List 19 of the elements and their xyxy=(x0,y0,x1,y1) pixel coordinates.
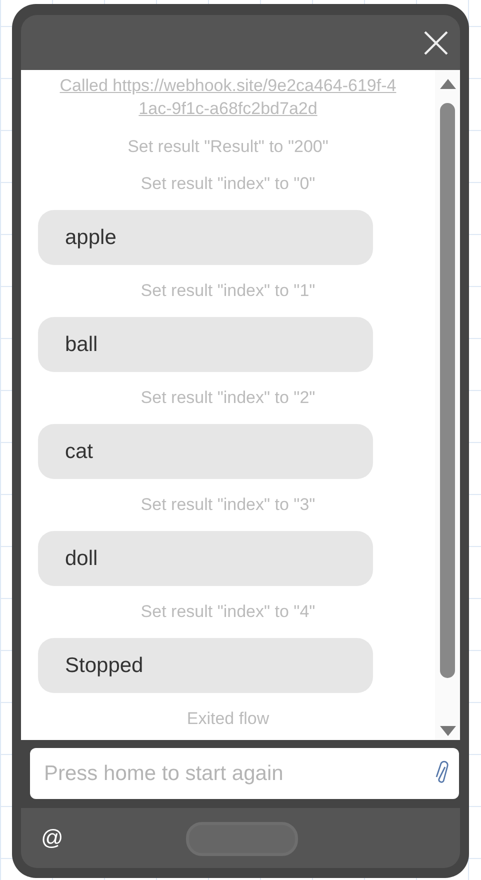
mention-button[interactable]: @ xyxy=(41,825,64,851)
chat-bubble: ball xyxy=(38,317,373,372)
status-message: Set result "index" to "1" xyxy=(140,280,316,302)
chat-bubble: doll xyxy=(38,531,373,586)
paperclip-icon[interactable] xyxy=(435,760,449,786)
close-icon[interactable] xyxy=(423,30,449,56)
chat-bubble: cat xyxy=(38,424,373,479)
scroll-down-icon[interactable] xyxy=(440,726,456,736)
status-message: Set result "Result" to "200" xyxy=(128,136,328,158)
status-message: Set result "index" to "3" xyxy=(140,494,316,516)
status-message: Exited flow xyxy=(186,708,270,730)
message-input[interactable]: Press home to start again xyxy=(30,748,459,799)
scrollbar-thumb[interactable] xyxy=(440,103,455,678)
status-message: Set result "index" to "2" xyxy=(140,387,316,409)
status-message: Set result "index" to "4" xyxy=(140,601,316,623)
scroll-up-icon[interactable] xyxy=(440,79,456,89)
chat-bubble: apple xyxy=(38,210,373,265)
chat-bubble: Stopped xyxy=(38,638,373,693)
status-message: Set result "index" to "0" xyxy=(140,173,316,195)
